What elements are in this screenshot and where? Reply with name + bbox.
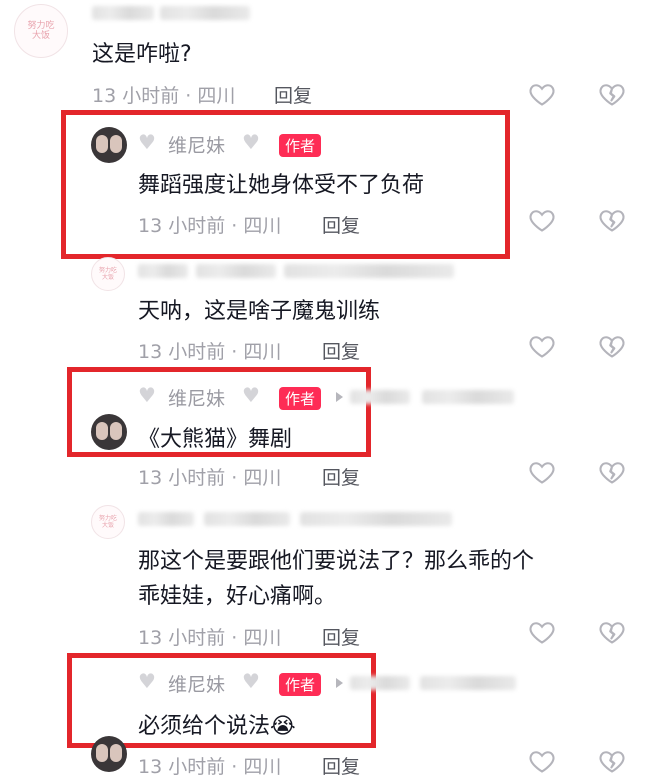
blurred-username [92, 6, 154, 20]
heart-outline-icon[interactable] [528, 458, 556, 486]
comment-meta: 13 小时前 · 四川 [138, 756, 282, 778]
avatar[interactable]: 努力吃 大饭 [14, 4, 68, 58]
white-heart-icon: ♥ [242, 130, 260, 154]
blurred-username [300, 512, 452, 526]
reply-avatar[interactable]: 努力吃 大饭 [91, 257, 125, 291]
reply-button[interactable]: 回复 [322, 463, 360, 490]
author-avatar[interactable] [91, 127, 127, 163]
author-avatar[interactable] [91, 414, 127, 450]
blurred-username [138, 512, 194, 526]
comment-meta: 13 小时前 · 四川 [138, 467, 282, 489]
comment-text-line: 那这个是要跟他们要说法了？那么乖的个 [138, 549, 535, 574]
reply-avatar[interactable]: 努力吃 大饭 [91, 505, 125, 539]
blurred-username [204, 512, 290, 526]
comment-text: 必须给个说法😭 [138, 714, 296, 739]
play-arrow-icon [336, 678, 343, 688]
white-heart-icon: ♥ [138, 669, 156, 693]
heart-outline-icon[interactable] [528, 332, 556, 360]
white-heart-icon: ♥ [138, 383, 156, 407]
comment-text: 《大熊猫》舞剧 [138, 427, 293, 452]
comment-meta: 13 小时前 · 四川 [138, 341, 282, 363]
reply-button[interactable]: 回复 [274, 81, 312, 108]
blurred-username [420, 676, 516, 690]
broken-heart-icon[interactable] [598, 332, 626, 360]
author-badge: 作者 [279, 387, 322, 410]
broken-heart-icon[interactable] [598, 458, 626, 486]
comment-text-line: 乖娃娃，好心痛啊。 [138, 584, 337, 609]
author-badge: 作者 [279, 134, 322, 157]
broken-heart-icon[interactable] [598, 618, 626, 646]
author-badge: 作者 [279, 673, 322, 696]
comment-text: 舞蹈强度让她身体受不了负荷 [138, 173, 425, 198]
broken-heart-icon[interactable] [598, 747, 626, 775]
comment-meta: 13 小时前 · 四川 [92, 85, 236, 107]
comment-text: 这是咋啦? [92, 42, 192, 67]
white-heart-icon: ♥ [242, 669, 260, 693]
heart-outline-icon[interactable] [528, 618, 556, 646]
blurred-username [350, 676, 410, 690]
blurred-username [160, 6, 250, 20]
blurred-username [422, 390, 514, 404]
comment-text: 天呐，这是啥子魔鬼训练 [138, 299, 381, 324]
author-name[interactable]: 维尼妹 [168, 384, 225, 411]
white-heart-icon: ♥ [242, 383, 260, 407]
comment-0: 努力吃 大饭 [14, 4, 68, 58]
white-heart-icon: ♥ [138, 130, 156, 154]
broken-heart-icon[interactable] [598, 80, 626, 108]
reply-button[interactable]: 回复 [322, 623, 360, 650]
comment-meta: 13 小时前 · 四川 [138, 627, 282, 649]
avatar-text: 努力吃 大饭 [27, 21, 55, 41]
blurred-username [196, 264, 276, 278]
author-avatar[interactable] [91, 736, 127, 772]
reply-button[interactable]: 回复 [322, 337, 360, 364]
reply-button[interactable]: 回复 [322, 752, 360, 779]
blurred-username [350, 390, 410, 404]
blurred-username [284, 264, 454, 278]
heart-outline-icon[interactable] [528, 80, 556, 108]
play-arrow-icon [336, 392, 343, 402]
blurred-username [138, 264, 188, 278]
broken-heart-icon[interactable] [598, 206, 626, 234]
author-name[interactable]: 维尼妹 [168, 670, 225, 697]
heart-outline-icon[interactable] [528, 206, 556, 234]
reply-button[interactable]: 回复 [322, 211, 360, 238]
comment-meta: 13 小时前 · 四川 [138, 215, 282, 237]
heart-outline-icon[interactable] [528, 747, 556, 775]
author-name[interactable]: 维尼妹 [168, 131, 225, 158]
